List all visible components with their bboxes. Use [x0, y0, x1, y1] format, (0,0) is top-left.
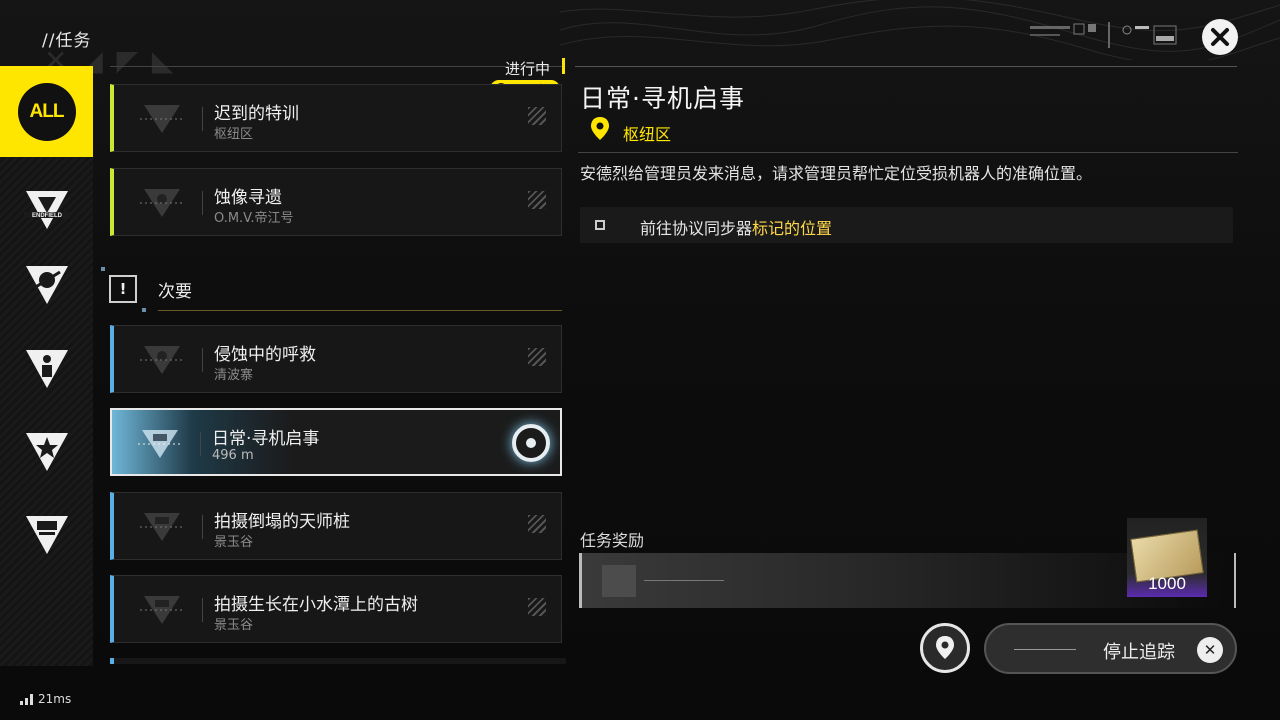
quest-location: O.M.V.帝江号 — [214, 211, 294, 226]
quest-type-icon — [138, 430, 182, 458]
status-marker — [562, 58, 565, 74]
stop-tracking-label: 停止追踪 — [1103, 642, 1175, 663]
arrow-decoration — [644, 580, 724, 581]
crate-icon — [602, 565, 636, 597]
reward-item[interactable]: 1000 — [1127, 518, 1207, 597]
planet-icon — [25, 266, 68, 304]
line-decoration — [1014, 649, 1076, 650]
person-icon — [25, 350, 68, 388]
close-circle-icon: ✕ — [1197, 637, 1223, 663]
endfield-label: ENDFIELD — [32, 213, 63, 219]
quest-name: 拍摄倒塌的天师桩 — [214, 512, 350, 532]
quest-name: 迟到的特训 — [214, 104, 299, 124]
section-title: 次要 — [158, 282, 192, 302]
quest-card[interactable]: 拍摄生长在小水潭上的古树 景玉谷 — [110, 575, 562, 643]
page-title: //任务 — [42, 31, 92, 51]
location-pin-icon — [591, 117, 609, 140]
quest-name: 侵蚀中的呼救 — [214, 345, 316, 365]
tracking-target-icon[interactable] — [512, 424, 550, 462]
quest-screen: ✕ ◢ ◤ ◣ //任务 ALL ENDFIELD 21ms 进行中 迟到的特训… — [0, 0, 1280, 720]
quest-distance: 496 m — [212, 448, 254, 463]
hud-decoration — [1030, 22, 1110, 48]
quest-name: 蚀像寻遗 — [214, 188, 282, 208]
stop-tracking-button[interactable]: 停止追踪 ✕ — [984, 623, 1237, 674]
quest-card-selected[interactable]: 日常·寻机启事 496 m — [110, 408, 562, 476]
hatch-decoration — [528, 191, 546, 209]
corner-dot — [142, 308, 146, 312]
quest-location: 枢纽区 — [214, 127, 254, 142]
close-button[interactable] — [1202, 19, 1238, 55]
quest-name: 日常·寻机启事 — [212, 429, 320, 449]
endfield-icon: ENDFIELD — [23, 191, 70, 229]
quest-detail-location: 枢纽区 — [623, 125, 672, 144]
reward-quantity: 1000 — [1148, 574, 1186, 593]
objective-highlight: 标记的位置 — [752, 219, 833, 238]
quest-card[interactable]: 迟到的特训 枢纽区 — [110, 84, 562, 152]
sidebar-item-endfield[interactable]: ENDFIELD — [0, 177, 93, 243]
quest-description: 安德烈给管理员发来消息，请求管理员帮忙定位受损机器人的准确位置。 — [580, 164, 1093, 183]
detail-divider-top — [575, 66, 1237, 67]
close-icon — [1211, 28, 1229, 46]
quest-card[interactable]: 拍摄倒塌的天师桩 景玉谷 — [110, 492, 562, 560]
status-label: 进行中 — [505, 60, 551, 78]
sidebar-item-all[interactable]: ALL — [0, 66, 93, 157]
reward-title: 任务奖励 — [580, 531, 645, 550]
hatch-decoration — [528, 598, 546, 616]
section-divider — [158, 310, 562, 311]
quest-type-icon — [140, 346, 184, 374]
quest-name: 拍摄生长在小水潭上的古树 — [214, 595, 418, 615]
list-overflow-edge — [110, 658, 566, 664]
quest-type-icon — [140, 189, 184, 217]
hatch-decoration — [528, 107, 546, 125]
hud-decoration-right — [1122, 25, 1177, 45]
sidebar-item-category-2[interactable] — [0, 252, 93, 318]
map-locate-button[interactable] — [920, 623, 970, 673]
quest-location: 景玉谷 — [214, 618, 254, 633]
section-marker: ! — [109, 275, 137, 303]
latency-text: 21ms — [38, 692, 72, 706]
quest-card[interactable]: 蚀像寻遗 O.M.V.帝江号 — [110, 168, 562, 236]
quest-type-icon — [140, 596, 184, 624]
quest-card[interactable]: 侵蚀中的呼救 清波寨 — [110, 325, 562, 393]
list-divider-top — [110, 66, 565, 67]
map-pin-icon — [936, 636, 954, 659]
objective-checkbox-icon — [595, 220, 605, 230]
hatch-decoration — [528, 348, 546, 366]
signal-icon — [20, 694, 33, 705]
sidebar-item-category-3[interactable] — [0, 336, 93, 402]
building-icon — [25, 516, 68, 554]
objective-text: 前往协议同步器 — [640, 219, 753, 238]
quest-location: 景玉谷 — [214, 535, 254, 550]
quest-objective: 前往协议同步器标记的位置 — [580, 207, 1233, 243]
hatch-decoration — [528, 515, 546, 533]
reward-strip-edge — [1234, 553, 1236, 608]
detail-divider — [578, 152, 1238, 153]
network-latency: 21ms — [20, 692, 71, 706]
star-icon — [25, 433, 68, 471]
quest-location: 清波寨 — [214, 368, 254, 383]
all-label: ALL — [17, 82, 76, 141]
corner-dot — [101, 267, 105, 271]
sidebar-item-category-5[interactable] — [0, 502, 93, 568]
quest-type-icon — [140, 105, 184, 133]
category-sidebar: ALL ENDFIELD — [0, 66, 93, 666]
quest-type-icon — [140, 513, 184, 541]
quest-detail-title: 日常·寻机启事 — [580, 84, 745, 113]
sidebar-item-category-4[interactable] — [0, 419, 93, 485]
